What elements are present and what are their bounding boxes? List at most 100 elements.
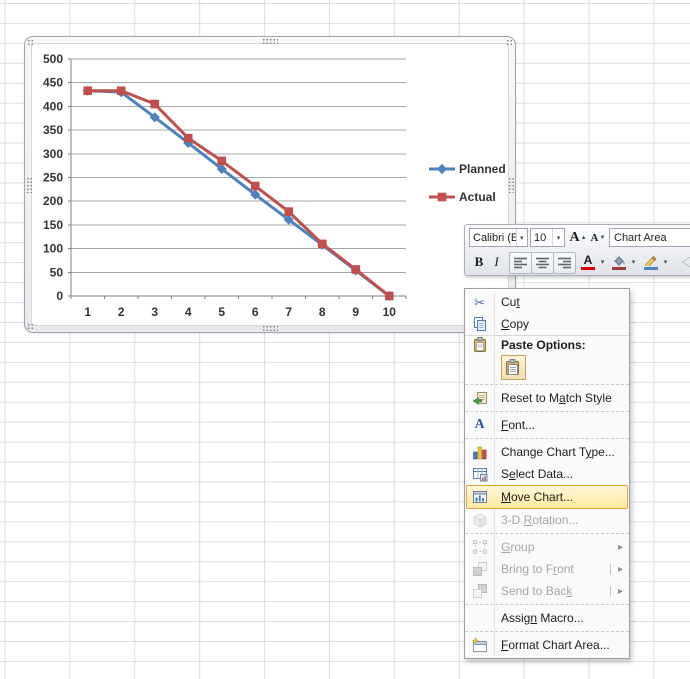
align-left-icon	[514, 257, 527, 269]
y-axis-label: 450	[43, 76, 63, 90]
y-axis-label: 500	[43, 52, 63, 66]
resize-handle-top-right[interactable]	[506, 39, 513, 46]
y-axis-label: 200	[43, 194, 63, 208]
y-axis-label: 100	[43, 242, 63, 256]
font-color-button[interactable]: A	[578, 252, 598, 272]
format-chart-area-icon	[471, 637, 487, 652]
chevron-down-icon[interactable]: ▾	[552, 229, 564, 246]
resize-handle-left[interactable]	[26, 176, 32, 193]
reset-style-icon	[472, 392, 487, 405]
mini-toolbar: Calibri (E ▾ 10 ▾ A ▲ A ▼ Chart Area B I A	[464, 224, 690, 276]
chart-canvas[interactable]: 0 50 100 150 200 250 300 350 400 450 500 1 2 3 4 5 6 7 8 9 1…	[31, 43, 509, 326]
y-axis-label: 400	[43, 99, 63, 113]
menu-item-change-chart-type[interactable]: Change Chart Type...	[465, 441, 629, 463]
series-planned[interactable]	[87, 89, 391, 298]
menu-item-format-chart-area[interactable]: Format Chart Area...	[465, 634, 629, 656]
menu-separator	[465, 384, 629, 385]
align-right-button[interactable]	[553, 252, 576, 274]
menu-separator	[465, 533, 629, 534]
font-size-value: 10	[534, 231, 547, 244]
x-axis-label: 2	[118, 305, 125, 319]
font-color-dropdown[interactable]: ▾	[598, 252, 607, 272]
split-divider: |	[609, 585, 612, 597]
y-axis-label: 250	[43, 171, 63, 185]
font-color-swatch	[581, 267, 595, 270]
y-axis-label: 350	[43, 123, 63, 137]
italic-button[interactable]: I	[490, 253, 503, 271]
chart-element-selector[interactable]: Chart Area	[609, 228, 690, 247]
menu-item-select-data[interactable]: Select Data...	[465, 463, 629, 485]
x-axis-label: 10	[383, 305, 397, 319]
menu-separator	[465, 438, 629, 439]
resize-handle-top[interactable]	[262, 38, 278, 44]
marker-actual	[217, 156, 227, 166]
paste-icon	[506, 359, 519, 375]
menu-item-reset-to-match-style[interactable]: Reset to Match Style	[465, 387, 629, 409]
x-axis-label: 3	[151, 305, 158, 319]
fill-color-dropdown[interactable]: ▾	[629, 252, 638, 272]
marker-actual	[437, 192, 447, 202]
brush-icon	[681, 256, 690, 268]
font-name-combo[interactable]: Calibri (E ▾	[469, 228, 528, 247]
font-name-value: Calibri (E	[473, 231, 516, 244]
excel-worksheet[interactable]: 0 50 100 150 200 250 300 350 400 450 500 1 2 3 4 5 6 7 8 9 1…	[0, 0, 690, 679]
legend-label-planned[interactable]: Planned	[459, 162, 506, 176]
menu-item-paste-options: Paste Options:	[465, 336, 629, 353]
bold-button[interactable]: B	[471, 253, 487, 271]
fill-color-swatch	[612, 267, 626, 270]
scissors-icon: ✂	[474, 294, 485, 310]
legend-label-actual[interactable]: Actual	[459, 190, 496, 204]
marker-actual	[83, 86, 93, 96]
menu-item-font[interactable]: A Font...	[465, 414, 629, 436]
font-size-combo[interactable]: 10 ▾	[530, 228, 565, 247]
x-axis-label: 8	[319, 305, 326, 319]
marker-actual	[150, 99, 160, 109]
shrink-font-button[interactable]: A ▼	[589, 228, 607, 247]
chart-element-value: Chart Area	[614, 231, 667, 244]
3d-cube-icon	[472, 513, 487, 528]
menu-item-copy[interactable]: Copy	[465, 313, 629, 335]
marker-actual	[250, 181, 260, 191]
marker-actual	[183, 133, 193, 143]
resize-handle-right[interactable]	[508, 176, 514, 193]
menu-item-send-to-back[interactable]: Send to Back | ▸	[465, 580, 629, 602]
align-left-button[interactable]	[509, 252, 532, 274]
chart-type-icon	[472, 446, 486, 460]
marker-planned	[436, 163, 448, 175]
marker-actual	[317, 239, 327, 249]
menu-item-3d-rotation[interactable]: 3-D Rotation...	[465, 509, 629, 531]
brush-button[interactable]	[675, 252, 690, 272]
y-axis-label: 300	[43, 147, 63, 161]
outline-color-button[interactable]	[641, 252, 661, 272]
paste-option-button[interactable]	[501, 355, 526, 380]
menu-item-group[interactable]: Group ▸	[465, 536, 629, 558]
menu-item-move-chart[interactable]: Move Chart...	[465, 485, 629, 509]
burndown-chart[interactable]: 0 50 100 150 200 250 300 350 400 450 500 1 2 3 4 5 6 7 8 9 1…	[32, 44, 509, 326]
menu-item-bring-to-front[interactable]: Bring to Front | ▸	[465, 558, 629, 580]
outline-color-dropdown[interactable]: ▾	[661, 252, 670, 272]
chart-object[interactable]: 0 50 100 150 200 250 300 350 400 450 500 1 2 3 4 5 6 7 8 9 1…	[24, 36, 516, 333]
x-axis-label: 9	[352, 305, 359, 319]
x-axis-label: 7	[285, 305, 292, 319]
menu-separator	[465, 631, 629, 632]
grow-font-button[interactable]: A ▲	[568, 228, 588, 247]
resize-handle-bottom-left[interactable]	[27, 323, 34, 330]
font-icon: A	[474, 417, 485, 432]
chevron-down-icon[interactable]: ▾	[515, 229, 527, 246]
resize-handle-top-left[interactable]	[27, 39, 34, 46]
shrink-font-icon: ▼	[599, 234, 606, 241]
menu-item-cut[interactable]: ✂ Cut	[465, 291, 629, 313]
align-center-button[interactable]	[531, 252, 554, 274]
x-axis-label: 6	[252, 305, 259, 319]
fill-color-button[interactable]	[609, 252, 629, 272]
x-axis-label: 1	[84, 305, 91, 319]
series-actual[interactable]	[87, 89, 391, 298]
copy-icon	[473, 317, 486, 331]
resize-handle-bottom[interactable]	[262, 325, 278, 331]
menu-item-assign-macro[interactable]: Assign Macro...	[465, 607, 629, 629]
clipboard-icon	[473, 336, 486, 352]
marker-actual	[116, 86, 126, 96]
outline-color-swatch	[644, 267, 658, 270]
x-axis-label: 4	[185, 305, 192, 319]
align-right-icon	[558, 257, 571, 269]
